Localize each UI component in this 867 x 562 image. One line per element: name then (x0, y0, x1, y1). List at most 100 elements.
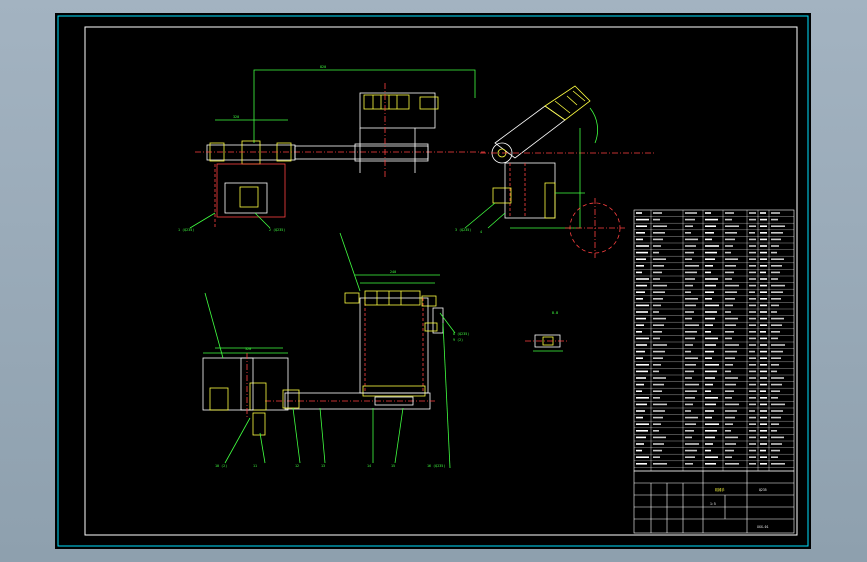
table-cell-mark (685, 344, 693, 346)
table-cell-mark (705, 383, 713, 386)
table-cell-mark (636, 311, 648, 313)
svg-text:320: 320 (233, 115, 239, 119)
table-cell-mark (749, 245, 756, 247)
table-cell-mark (636, 377, 646, 379)
table-cell-mark (771, 245, 779, 247)
table-cell-mark (685, 456, 695, 458)
table-cell-mark (749, 304, 756, 307)
table-cell-mark (705, 245, 719, 247)
callout-12: 12 (295, 464, 299, 468)
front-view: 240 8 (Q235) 9 (2) 320 10 (2) 11 12 13 1… (202, 232, 469, 469)
table-cell-mark (771, 317, 784, 320)
table-cell-mark (636, 304, 649, 307)
table-cell-mark (749, 212, 756, 214)
table-cell-mark (636, 410, 645, 412)
table-cell-mark (685, 350, 691, 353)
table-cell-mark (685, 298, 698, 300)
table-cell-mark (636, 430, 648, 432)
table-cell-mark (653, 423, 661, 425)
table-cell-mark (725, 377, 738, 379)
callout-9: 9 (2) (453, 338, 463, 342)
table-cell-mark (725, 258, 738, 260)
table-cell-mark (685, 397, 695, 399)
table-cell-mark (771, 284, 785, 287)
table-cell-mark (771, 337, 778, 340)
table-cell-mark (636, 212, 642, 214)
table-cell-mark (760, 357, 767, 359)
table-cell-mark (653, 449, 662, 452)
table-cell-mark (653, 383, 664, 386)
table-cell-mark (771, 449, 780, 452)
table-cell-mark (685, 410, 691, 412)
table-cell-mark (653, 331, 662, 333)
table-cell-mark (725, 291, 737, 293)
table-cell-mark (653, 232, 665, 234)
table-cell-mark (749, 370, 756, 373)
table-cell-mark (749, 364, 756, 366)
table-cell-mark (705, 449, 711, 452)
table-cell-mark (636, 337, 649, 340)
table-cell-mark (705, 397, 718, 399)
table-cell-mark (725, 298, 735, 300)
table-cell-mark (705, 218, 718, 221)
table-cell-mark (636, 271, 642, 274)
table-cell-mark (705, 403, 716, 406)
table-cell-mark (685, 436, 692, 439)
table-cell-mark (653, 291, 665, 293)
table-cell-mark (771, 390, 780, 392)
table-cell-mark (771, 397, 778, 399)
table-cell-mark (725, 265, 736, 267)
table-cell-mark (725, 390, 734, 392)
table-cell-mark (725, 416, 735, 419)
table-cell-mark (725, 397, 732, 399)
table-cell-mark (749, 324, 756, 326)
table-cell-mark (760, 436, 767, 439)
table-cell-mark (725, 317, 738, 320)
table-cell-mark (685, 430, 694, 432)
table-cell-mark (760, 430, 767, 432)
table-cell-mark (653, 370, 659, 373)
table-cell-mark (760, 232, 767, 234)
section-label: B-B (552, 311, 558, 315)
table-cell-mark (636, 456, 649, 458)
table-cell-mark (653, 271, 662, 274)
table-cell-mark (705, 291, 714, 293)
table-cell-mark (653, 344, 667, 346)
table-cell-mark (725, 364, 733, 366)
table-cell-mark (705, 390, 711, 392)
table-cell-mark (705, 456, 718, 458)
table-cell-mark (636, 370, 648, 373)
table-cell-mark (636, 350, 645, 353)
table-cell-mark (760, 291, 767, 293)
table-cell-mark (705, 423, 719, 425)
table-cell-mark (725, 271, 734, 274)
table-cell-mark (685, 304, 696, 307)
table-cell-mark (725, 238, 735, 241)
table-cell-mark (653, 298, 663, 300)
callout-2: 2 (Q235) (269, 228, 285, 232)
table-cell-mark (653, 265, 664, 267)
table-cell-mark (749, 232, 755, 234)
table-cell-mark (685, 403, 693, 406)
table-cell-mark (760, 298, 767, 300)
table-cell-mark (705, 225, 716, 227)
table-cell-mark (749, 317, 756, 320)
table-cell-mark (760, 364, 767, 366)
side-view: 3 (Q235) 4 (455, 85, 655, 258)
table-cell-mark (725, 443, 736, 445)
table-cell-mark (749, 337, 756, 340)
table-cell-mark (636, 423, 649, 425)
table-cell-mark (760, 317, 767, 320)
table-cell-mark (685, 370, 694, 373)
table-cell-mark (725, 370, 731, 373)
cad-viewport[interactable]: 820 320 1 (Q235) 2 (Q235) 3 (Q235) 4 240… (0, 0, 867, 562)
table-cell-mark (725, 232, 737, 234)
table-cell-mark (636, 344, 647, 346)
drawing-canvas[interactable]: 820 320 1 (Q235) 2 (Q235) 3 (Q235) 4 240… (55, 13, 811, 549)
table-cell-mark (705, 265, 713, 267)
table-cell-mark (749, 436, 756, 439)
parts-list-table (633, 209, 795, 472)
table-cell-mark (653, 245, 661, 247)
table-cell-mark (725, 245, 733, 247)
table-cell-mark (760, 278, 767, 280)
